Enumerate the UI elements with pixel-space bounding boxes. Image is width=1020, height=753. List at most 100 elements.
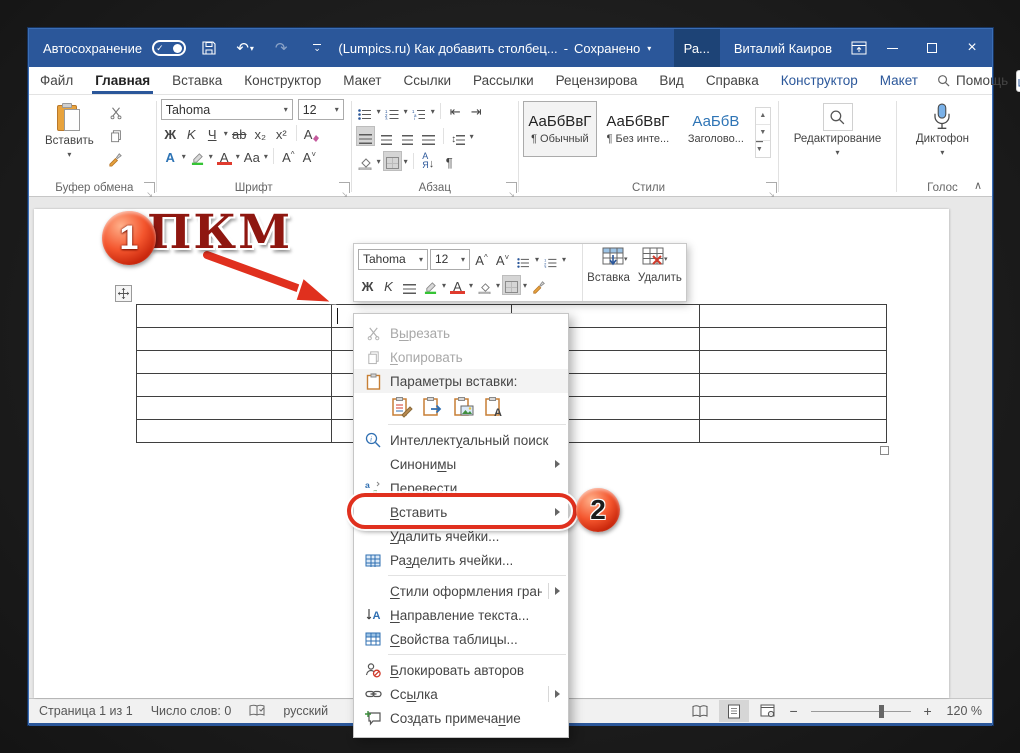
show-marks-button[interactable]: ¶ [440, 151, 459, 171]
mini-bold-button[interactable]: Ж [358, 275, 377, 295]
menu-item-synonyms[interactable]: Синонимы [354, 452, 568, 476]
undo-button[interactable]: ↶ ▾ [232, 35, 258, 61]
page-indicator[interactable]: Страница 1 из 1 [39, 704, 133, 718]
menu-item-smart-lookup[interactable]: i Интеллектуальный поиск [354, 428, 568, 452]
mini-insert-table-button[interactable]: ▾ [602, 247, 628, 269]
table-cell[interactable] [136, 419, 332, 443]
tell-me-search[interactable]: Помощь [929, 67, 1016, 94]
paste-merge-formatting-button[interactable] [421, 395, 445, 419]
customize-qat-button[interactable]: ⌄ [304, 35, 330, 61]
table-cell[interactable] [136, 350, 332, 374]
table-move-handle[interactable] [115, 285, 132, 302]
style-card-0[interactable]: АаБбВвГ ¶ Обычный [522, 101, 597, 157]
mini-shading-button[interactable] [475, 275, 494, 295]
shrink-font-button[interactable]: А ˅ [300, 146, 319, 166]
dictate-button[interactable]: Диктофон ▾ [908, 99, 977, 178]
tab-design[interactable]: Конструктор [233, 67, 332, 94]
table-cell[interactable] [136, 327, 332, 351]
web-layout-button[interactable] [753, 700, 783, 722]
read-mode-button[interactable] [685, 700, 715, 722]
tab-layout[interactable]: Макет [332, 67, 392, 94]
tab-table-design[interactable]: Конструктор [770, 67, 869, 94]
line-spacing-button[interactable]: ↕ [449, 126, 468, 146]
editing-button[interactable]: Редактирование ▾ [786, 99, 890, 178]
language-indicator[interactable]: русский [283, 704, 328, 718]
table-cell[interactable] [699, 304, 887, 328]
table-resize-handle[interactable] [880, 446, 889, 455]
text-effects-button[interactable]: А [161, 146, 180, 166]
mini-numbering-button[interactable]: 123 [541, 249, 560, 269]
superscript-button[interactable]: x² [272, 123, 291, 143]
bold-button[interactable]: Ж [161, 123, 180, 143]
tab-home[interactable]: Главная [84, 67, 161, 94]
align-center-button[interactable] [377, 126, 396, 146]
scroll-down-icon[interactable]: ▼ [755, 125, 770, 142]
mini-format-painter-button[interactable] [529, 275, 548, 295]
menu-item-table-properties[interactable]: Свойства таблицы... [354, 627, 568, 651]
tab-view[interactable]: Вид [648, 67, 694, 94]
tab-mailings[interactable]: Рассылки [462, 67, 545, 94]
menu-item-text-direction[interactable]: А Направление текста... [354, 603, 568, 627]
paste-button[interactable]: Вставить ▾ [37, 99, 102, 178]
highlight-color-button[interactable] [188, 146, 207, 166]
mini-delete-table-button[interactable]: ▾ [642, 247, 668, 269]
styles-scroll[interactable]: ▲ ▼ ▼ [754, 107, 771, 158]
table-cell[interactable] [699, 327, 887, 351]
increase-indent-button[interactable]: ⇥ [467, 101, 486, 121]
tab-references[interactable]: Ссылки [393, 67, 463, 94]
underline-button[interactable]: Ч [203, 123, 222, 143]
cut-button[interactable] [104, 103, 128, 123]
zoom-in-button[interactable]: + [921, 703, 935, 719]
mini-borders-button[interactable] [502, 275, 522, 295]
tab-review[interactable]: Рецензирова [545, 67, 649, 94]
shading-button[interactable] [356, 151, 375, 171]
zoom-slider-thumb[interactable] [878, 704, 884, 718]
font-name-combo[interactable]: Tahoma ▾ [160, 99, 293, 120]
table-cell[interactable] [699, 396, 887, 420]
close-button[interactable]: × [952, 29, 992, 67]
tab-table-layout[interactable]: Макет [869, 67, 929, 94]
mini-shrink-font-button[interactable]: А ˅ [493, 249, 512, 269]
grow-font-button[interactable]: А ^ [279, 146, 298, 166]
tab-insert[interactable]: Вставка [161, 67, 233, 94]
clear-formatting-button[interactable]: А [302, 123, 323, 143]
numbering-button[interactable]: 123 [383, 101, 402, 121]
font-color-button[interactable]: А [215, 146, 234, 166]
table-cell[interactable] [699, 419, 887, 443]
sort-button[interactable]: А Я ↓ [419, 151, 438, 171]
change-case-button[interactable]: Аа [242, 146, 262, 166]
subscript-button[interactable]: x₂ [251, 123, 270, 143]
mini-font-color-button[interactable]: А [448, 275, 467, 295]
font-dialog-launcher[interactable] [338, 182, 350, 193]
mini-bullets-button[interactable] [514, 249, 533, 269]
mini-font-size-combo[interactable]: 12 ▾ [430, 248, 470, 270]
tab-help[interactable]: Справка [695, 67, 770, 94]
paste-picture-button[interactable] [452, 395, 476, 419]
bullets-button[interactable] [356, 101, 375, 121]
print-layout-button[interactable] [718, 700, 749, 722]
word-count[interactable]: Число слов: 0 [151, 704, 232, 718]
proofing-status[interactable] [249, 704, 265, 718]
share-button[interactable] [1016, 69, 1020, 92]
mini-grow-font-button[interactable]: А ^ [472, 249, 491, 269]
collapse-ribbon-button[interactable]: ∧ [974, 179, 982, 192]
table-cell[interactable] [136, 373, 332, 397]
align-right-button[interactable] [398, 126, 417, 146]
menu-item-block-authors[interactable]: Блокировать авторов [354, 658, 568, 682]
maximize-button[interactable] [912, 29, 952, 67]
zoom-slider[interactable] [810, 704, 911, 718]
paragraph-dialog-launcher[interactable] [505, 182, 517, 193]
zoom-out-button[interactable]: − [787, 703, 801, 719]
paste-keep-formatting-button[interactable] [390, 395, 414, 419]
ribbon-display-options-button[interactable] [846, 35, 872, 61]
tell-me-box[interactable]: Ра... [673, 29, 720, 67]
styles-more-icon[interactable]: ▼ [755, 141, 770, 157]
scroll-up-icon[interactable]: ▲ [755, 108, 770, 125]
strikethrough-button[interactable]: ab [230, 123, 249, 143]
menu-item-border-styles[interactable]: Стили оформления границ [354, 579, 568, 603]
styles-dialog-launcher[interactable] [766, 182, 778, 193]
table-cell[interactable] [699, 373, 887, 397]
multilevel-list-button[interactable]: 1ai [410, 101, 429, 121]
mini-font-name-combo[interactable]: Tahoma ▾ [358, 248, 428, 270]
justify-button[interactable] [419, 126, 438, 146]
